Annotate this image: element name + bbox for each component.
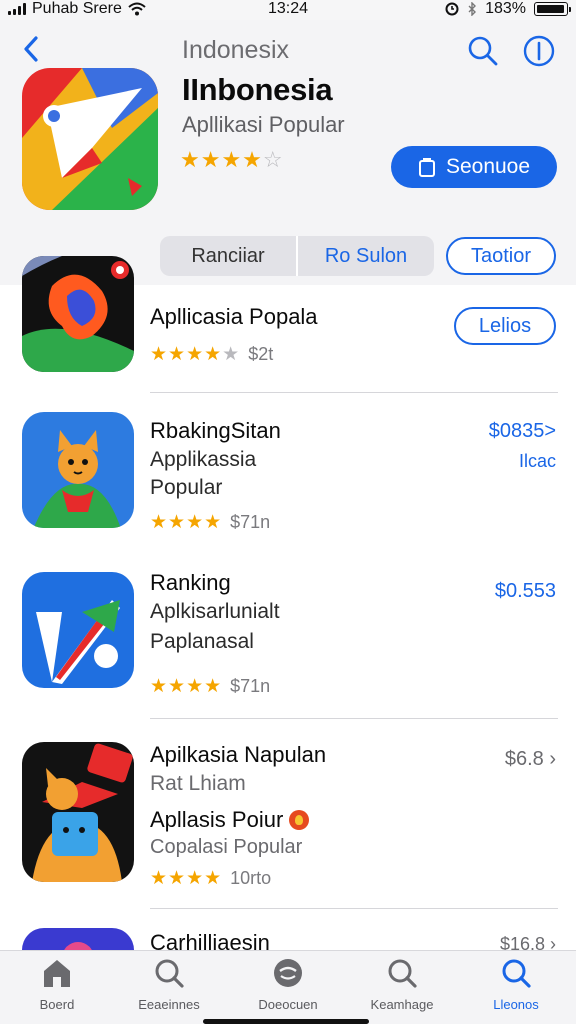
app-rating: ★★★★ $71n: [150, 511, 270, 534]
status-right: 183%: [445, 0, 571, 18]
app-tagline: Apllasis Poiur: [150, 807, 310, 833]
app-icon[interactable]: [22, 572, 134, 688]
hero-app-icon[interactable]: [22, 68, 158, 210]
app-rating: ★★★★ $71n: [150, 675, 270, 698]
app-name: Carhilliaesin: [150, 930, 270, 950]
app-category: Paplanasal: [150, 630, 254, 653]
app-tagline-text: Apllasis Poiur: [150, 807, 284, 832]
app-name: Ranking: [150, 570, 231, 595]
app-secondary-action[interactable]: Ilcac: [519, 451, 556, 472]
app-price[interactable]: $0835>: [489, 420, 556, 443]
app-icon[interactable]: [22, 412, 134, 528]
hero-rating-stars: ★★★★☆: [180, 147, 284, 172]
tab-search-active[interactable]: Lleonos: [461, 957, 571, 1021]
home-icon: [44, 960, 70, 987]
tab-label: Doeocuen: [258, 997, 318, 1012]
search-icon[interactable]: [466, 34, 500, 68]
status-bar: Puhab Srere 13:24 183%: [0, 0, 576, 20]
app-icon[interactable]: [22, 742, 134, 882]
rating-stars: ★★★★: [150, 676, 223, 697]
rating-meta: $71n: [230, 676, 271, 696]
get-button-label: Seonuoe: [445, 155, 531, 178]
rating-meta: $71n: [230, 512, 271, 532]
signal-icon: [8, 3, 26, 15]
app-subtitle: Applikassia: [150, 448, 257, 471]
divider: [150, 718, 558, 719]
search-icon: [155, 959, 184, 988]
hero-subtitle: Apllikasi Popular: [182, 112, 345, 137]
clock: 13:24: [268, 0, 309, 17]
install-button[interactable]: Lelios: [454, 307, 556, 345]
divider: [150, 392, 558, 393]
list-item[interactable]: Ranking Aplkisarlunialt Paplanasal ★★★★ …: [0, 558, 576, 720]
app-category: Popular: [150, 476, 223, 499]
search-icon: [502, 959, 531, 988]
app-name: Apllicasia Popala: [150, 304, 318, 329]
wifi-icon: [128, 2, 146, 16]
carrier-name: Puhab Srere: [32, 0, 122, 17]
home-indicator: [203, 1019, 369, 1024]
rating-meta: $2t: [248, 344, 274, 364]
app-price[interactable]: $16.8 ›: [500, 934, 556, 950]
tab-home[interactable]: Boerd: [2, 957, 112, 1021]
list-item[interactable]: RbakingSitan Applikassia Popular ★★★★ $7…: [0, 396, 576, 556]
battery-icon: [534, 2, 571, 16]
search-icon: [388, 959, 417, 988]
alarm-icon: [445, 2, 459, 16]
app-price[interactable]: $6.8 ›: [505, 748, 556, 771]
list-item[interactable]: Apilkasia Napulan Rat Lhiam Apllasis Poi…: [0, 722, 576, 912]
app-icon[interactable]: [22, 256, 134, 372]
app-category: Copalasi Popular: [150, 836, 303, 858]
bluetooth-icon: [468, 2, 477, 16]
app-price[interactable]: $0.553: [495, 580, 556, 603]
tab-label: Boerd: [39, 997, 75, 1012]
nav-title: Indonesix: [182, 36, 290, 64]
app-store-screen: Puhab Srere 13:24 183% Indonesix IInbone…: [0, 0, 576, 1024]
rating-stars: ★★★★★: [150, 344, 241, 365]
app-rating: ★★★★ 10rto: [150, 867, 271, 890]
carrier-group: Puhab Srere: [8, 0, 146, 18]
app-subtitle: Aplkisarlunialt: [150, 600, 280, 623]
battery-percent: 183%: [485, 0, 526, 17]
tab-label: Eeaeinnes: [138, 997, 200, 1012]
tab-search-1[interactable]: Eeaeinnes: [114, 957, 224, 1021]
app-name: Apilkasia Napulan: [150, 742, 327, 767]
app-icon[interactable]: [22, 928, 134, 950]
rating-meta: 10rto: [230, 868, 272, 888]
tab-bar: Boerd Eeaeinnes Doeocuen Keamhage Lleono…: [0, 950, 576, 1024]
tab-search-2[interactable]: Keamhage: [347, 957, 457, 1021]
info-icon[interactable]: [522, 34, 556, 68]
back-chevron-icon[interactable]: [18, 32, 44, 66]
rating-stars: ★★★★: [150, 512, 223, 533]
emoji-icon: [274, 959, 302, 987]
divider: [150, 908, 558, 909]
app-rating: ★★★★★ $2t: [150, 343, 273, 366]
hero-title: IInbonesia: [182, 72, 333, 107]
app-header: Indonesix IInbonesia Apllikasi Popular ★…: [0, 20, 576, 285]
get-button[interactable]: Seonuoe: [391, 146, 557, 188]
fire-icon: [289, 810, 310, 830]
list-item[interactable]: Apllicasia Popala ★★★★★ $2t Lelios: [0, 254, 576, 394]
rating-stars: ★★★★: [150, 868, 223, 889]
app-subtitle: Rat Lhiam: [150, 772, 246, 795]
tab-label: Lleonos: [493, 997, 539, 1012]
app-name: RbakingSitan: [150, 418, 281, 443]
tab-label: Keamhage: [370, 997, 434, 1012]
bag-icon: [418, 158, 435, 177]
list-item[interactable]: Carhilliaesin $16.8 ›: [0, 914, 576, 950]
tab-discover[interactable]: Doeocuen: [233, 957, 343, 1021]
